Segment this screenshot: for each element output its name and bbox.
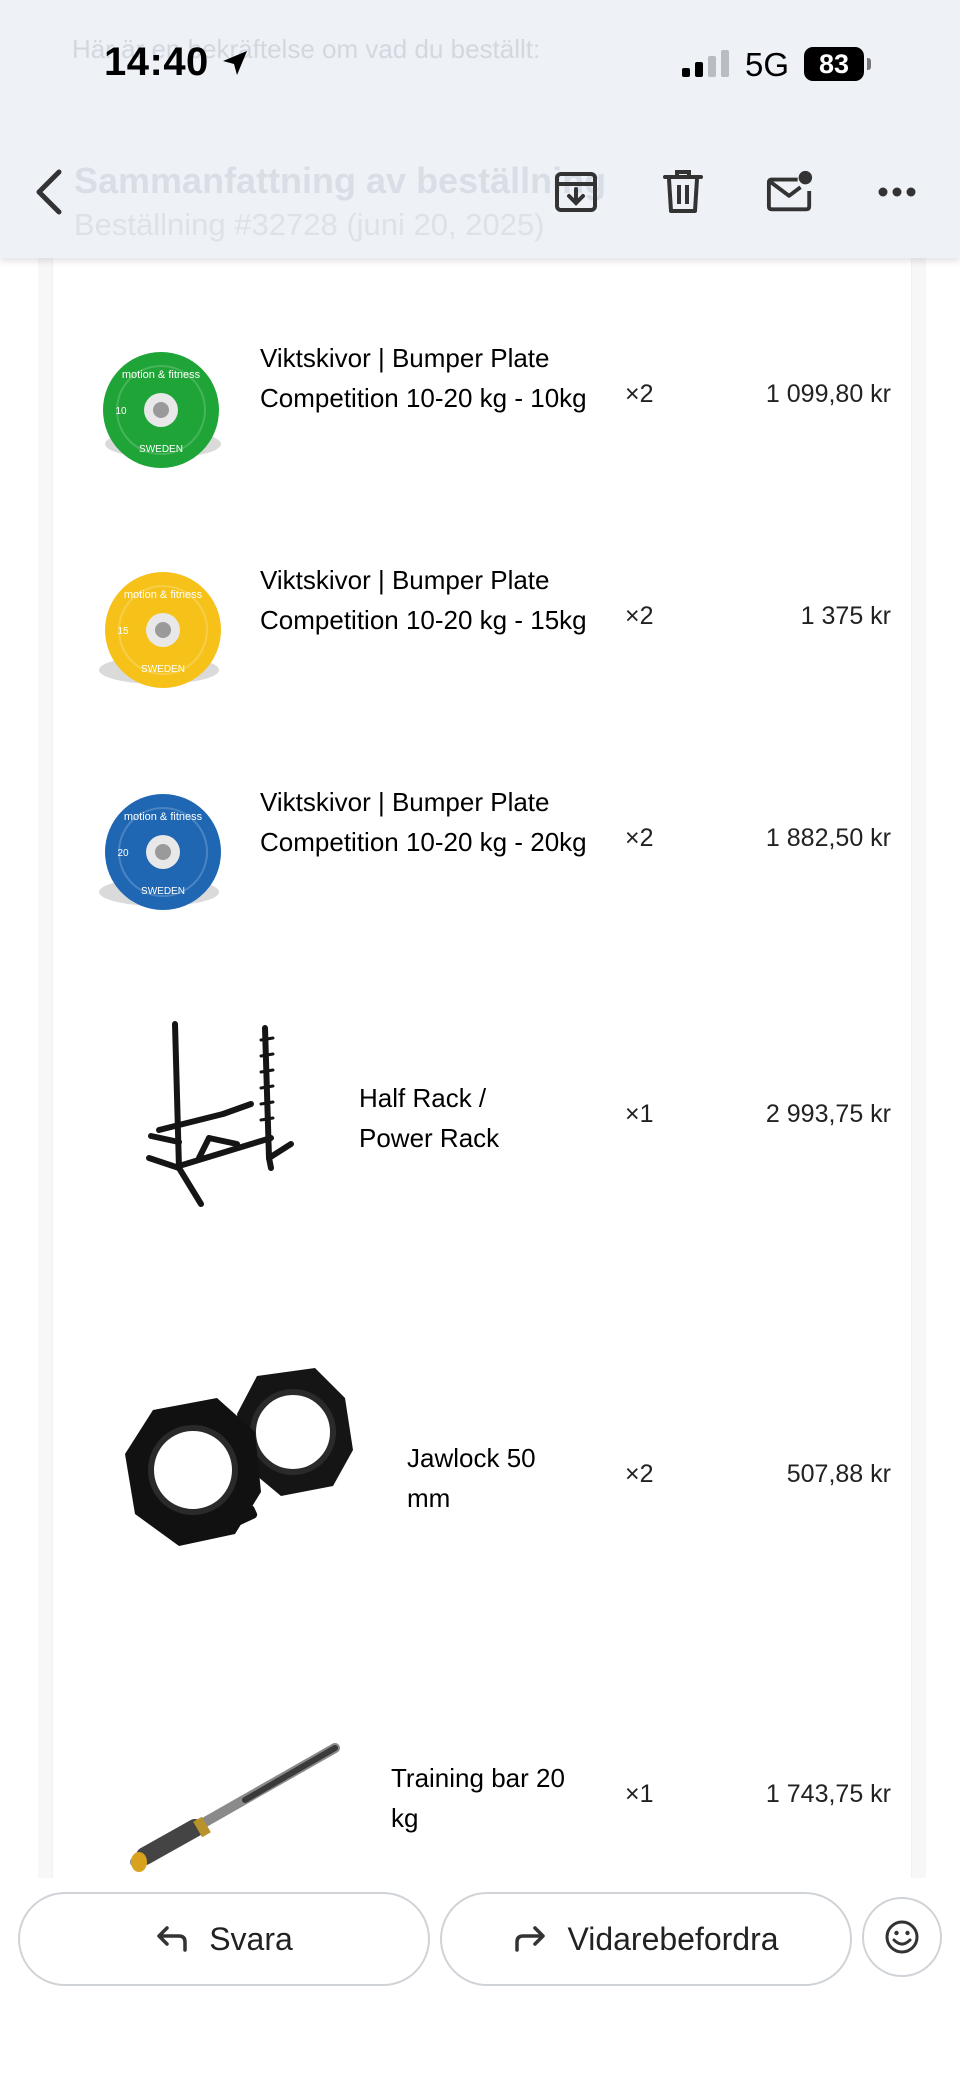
status-time: 14:40 [104, 40, 209, 84]
order-item[interactable]: motion & fitness SWEDEN 15 Viktskivor | … [53, 560, 911, 700]
item-quantity: ×2 [625, 1460, 654, 1488]
blue-bumper-plate-image: motion & fitness SWEDEN 20 [99, 794, 221, 910]
item-price: 1 099,80 kr [765, 380, 891, 408]
plate-origin: SWEDEN [139, 444, 183, 455]
order-item[interactable]: Jawlock 50 mm ×2 507,88 kr [53, 1358, 911, 1578]
archive-button[interactable] [552, 168, 600, 216]
trash-icon [663, 170, 703, 213]
reply-button[interactable]: Svara [18, 1892, 430, 1986]
emoji-icon [885, 1920, 919, 1954]
battery-tip [867, 58, 871, 70]
forward-label: Vidarebefordra [567, 1920, 779, 1957]
battery-indicator: 83 [804, 47, 864, 81]
more-options-button[interactable] [873, 168, 921, 216]
forward-button[interactable]: Vidarebefordra [440, 1892, 852, 1986]
plate-origin: SWEDEN [141, 664, 185, 675]
mark-unread-icon [766, 170, 813, 212]
order-item[interactable]: Half Rack / Power Rack ×1 2 993,75 kr [53, 1018, 911, 1258]
bottom-action-bar: Svara Vidarebefordra [0, 1878, 960, 2081]
reply-icon [157, 1926, 187, 1952]
item-price: 1 882,50 kr [765, 824, 891, 852]
plate-weight-label: 20 [117, 848, 129, 859]
email-heading: Sammanfattning av beställning [74, 160, 607, 201]
archive-icon [555, 172, 597, 212]
yellow-bumper-plate-image: motion & fitness SWEDEN 15 [99, 572, 221, 688]
item-quantity: ×1 [625, 1100, 654, 1128]
order-item[interactable]: motion & fitness SWEDEN 10 Viktskivor | … [53, 338, 911, 478]
training-bar-image [130, 1743, 340, 1872]
item-quantity: ×2 [625, 380, 654, 408]
item-quantity: ×2 [625, 824, 654, 852]
location-arrow-icon [223, 51, 247, 75]
plate-brand: motion & fitness [122, 369, 201, 381]
more-icon [878, 187, 916, 197]
network-type: 5G [745, 46, 790, 83]
order-number: Beställning #32728 (juni 20, 2025) [74, 207, 545, 242]
battery-level: 83 [818, 48, 850, 79]
plate-brand: motion & fitness [124, 811, 203, 823]
plate-brand: motion & fitness [124, 589, 203, 601]
half-rack-image [146, 1021, 294, 1207]
order-item[interactable]: motion & fitness SWEDEN 20 Viktskivor | … [53, 782, 911, 922]
plate-weight-label: 10 [115, 406, 127, 417]
order-item[interactable]: Training bar 20 kg ×1 1 743,75 kr [53, 1738, 911, 1878]
jawlock-collar-image [125, 1368, 353, 1546]
item-name: Viktskivor | Bumper Plate Competition 10… [260, 787, 587, 857]
delete-button[interactable] [659, 168, 707, 216]
plate-origin: SWEDEN [141, 886, 185, 897]
forward-icon [515, 1926, 546, 1952]
back-icon [36, 169, 62, 215]
item-price: 507,88 kr [786, 1460, 891, 1488]
back-button[interactable] [26, 168, 74, 216]
item-name: Viktskivor | Bumper Plate Competition 10… [260, 565, 587, 635]
item-name: Viktskivor | Bumper Plate Competition 10… [260, 343, 587, 413]
plate-weight-label: 15 [117, 626, 129, 637]
item-price: 1 743,75 kr [765, 1780, 891, 1808]
item-name: Half Rack / Power Rack [359, 1083, 500, 1153]
item-name: Jawlock 50 mm [407, 1443, 536, 1513]
item-quantity: ×2 [625, 602, 654, 630]
item-name: Training bar 20 kg [391, 1763, 565, 1833]
item-price: 1 375 kr [800, 602, 891, 630]
item-quantity: ×1 [625, 1780, 654, 1808]
item-price: 2 993,75 kr [765, 1100, 891, 1128]
green-bumper-plate-image: motion & fitness SWEDEN 10 [103, 352, 221, 468]
emoji-reaction-button[interactable] [862, 1897, 942, 1977]
mark-unread-button[interactable] [766, 168, 814, 216]
reply-label: Svara [209, 1920, 293, 1957]
app-header: Här är en bekräftelse om vad du beställt… [0, 0, 960, 258]
signal-icon [682, 50, 729, 77]
order-summary-card: motion & fitness SWEDEN 10 Viktskivor | … [52, 258, 912, 1878]
